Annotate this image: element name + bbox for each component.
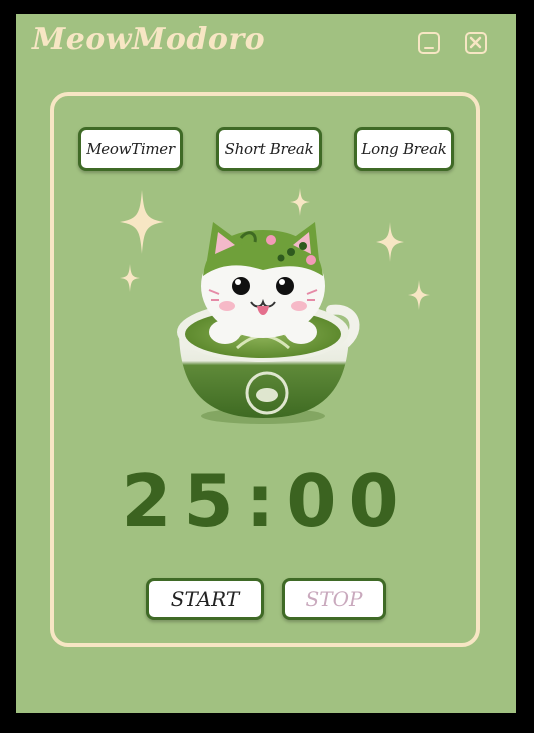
sparkle-icon — [408, 280, 430, 310]
sparkle-icon — [120, 264, 140, 292]
minimize-icon[interactable] — [418, 32, 440, 54]
stop-button[interactable]: STOP — [282, 578, 386, 620]
app-title: MeowModoro — [32, 22, 266, 57]
app-window: MeowModoro MeowTimer Short Break Long Br… — [16, 14, 516, 713]
close-icon[interactable] — [465, 32, 487, 54]
timer-display: 25:00 — [121, 459, 411, 543]
sparkle-icon — [120, 190, 164, 254]
matcha-cat-cup-illustration — [177, 222, 360, 424]
short-break-button[interactable]: Short Break — [216, 127, 322, 171]
start-button[interactable]: START — [146, 578, 264, 620]
sparkle-icon — [376, 222, 404, 262]
meow-timer-button[interactable]: MeowTimer — [78, 127, 183, 171]
long-break-button[interactable]: Long Break — [354, 127, 454, 171]
